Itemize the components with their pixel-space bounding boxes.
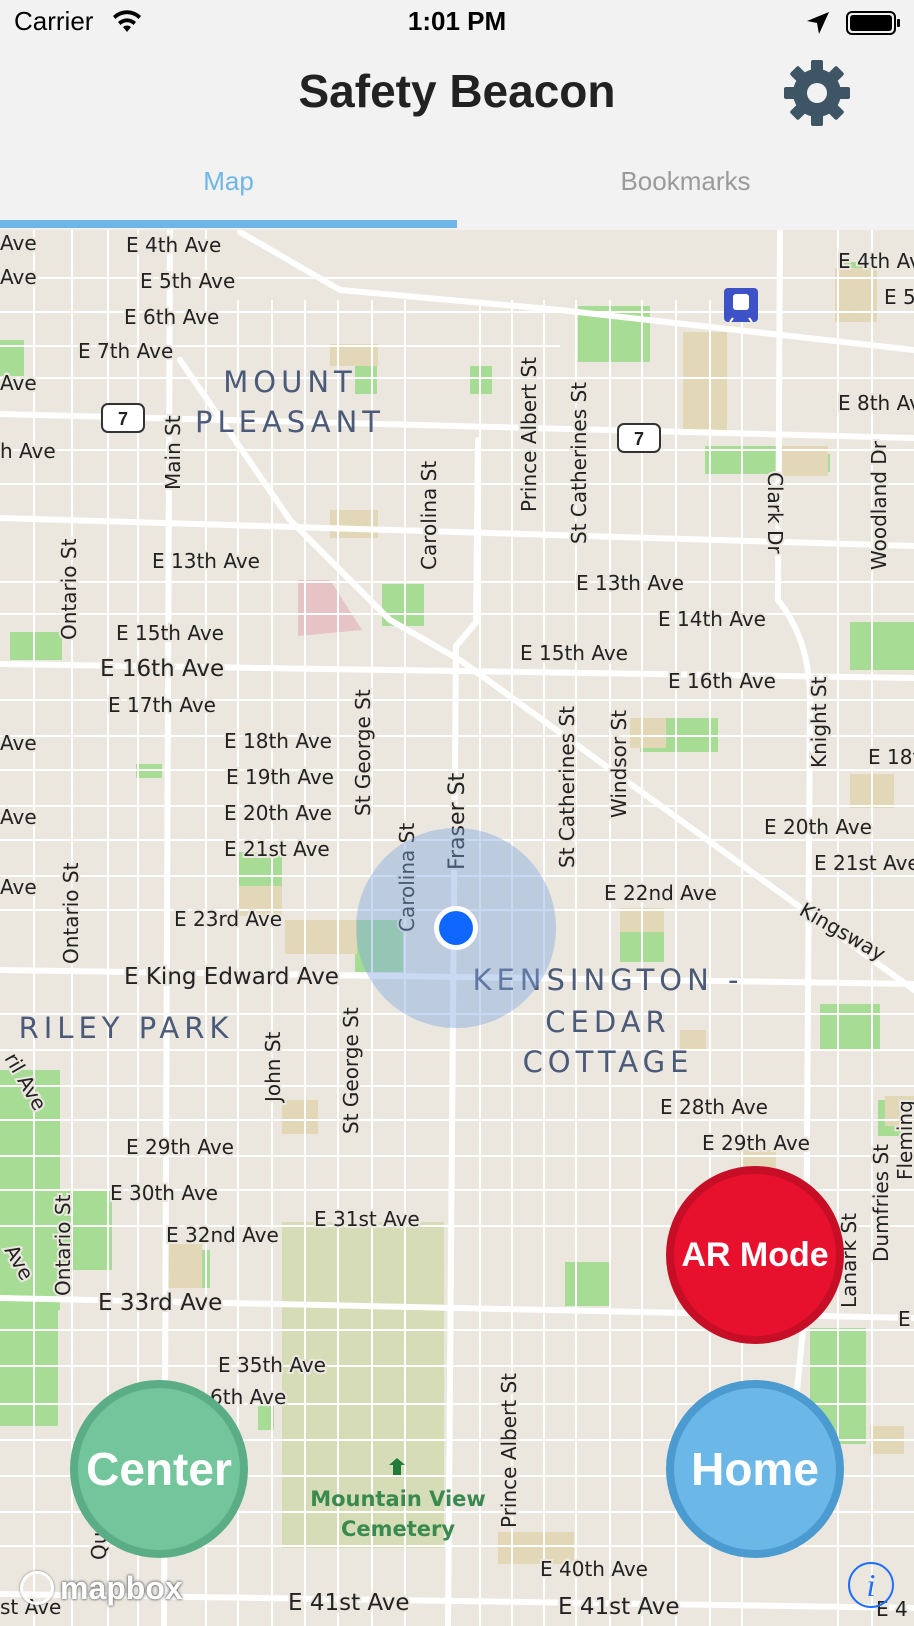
street-label: Windsor St bbox=[607, 710, 631, 818]
cemetery-label-line1: Mountain View bbox=[310, 1487, 486, 1511]
street-label: Ave bbox=[0, 231, 37, 255]
battery-icon bbox=[846, 11, 900, 35]
street-label: E 33rd Ave bbox=[98, 1290, 222, 1316]
svg-text:7: 7 bbox=[118, 409, 128, 429]
home-button[interactable]: Home bbox=[666, 1380, 844, 1558]
tab-map[interactable]: Map bbox=[0, 138, 457, 224]
mapbox-logo[interactable]: mapbox bbox=[20, 1568, 183, 1608]
street-label: Carolina St bbox=[417, 461, 441, 570]
street-label: Prince Albert St bbox=[517, 357, 541, 512]
commercial-area bbox=[298, 580, 362, 636]
user-location-dot[interactable] bbox=[439, 911, 473, 945]
neighbourhood-cottage: COTTAGE bbox=[523, 1045, 694, 1079]
street-label: Ave bbox=[0, 731, 37, 755]
neighbourhood-cedar: CEDAR bbox=[545, 1005, 670, 1039]
tab-bookmarks[interactable]: Bookmarks bbox=[457, 138, 914, 224]
street-label: E 16th Ave bbox=[100, 656, 224, 682]
street-label: Fleming bbox=[893, 1100, 914, 1180]
street-label: Knight St bbox=[807, 676, 831, 768]
street-label: Clark Dr bbox=[763, 472, 787, 554]
status-bar: Carrier 1:01 PM bbox=[0, 0, 914, 46]
center-button[interactable]: Center bbox=[70, 1380, 248, 1558]
info-icon[interactable]: i bbox=[848, 1562, 894, 1608]
street-label: E 29th Ave bbox=[126, 1135, 234, 1159]
street-label: h Ave bbox=[0, 439, 56, 463]
street-label: E 21st Ave bbox=[814, 851, 914, 875]
tab-bar: Map Bookmarks bbox=[0, 138, 914, 230]
highway-shield-west: 7 bbox=[101, 403, 145, 433]
street-label: E 4th Ave bbox=[126, 233, 221, 257]
status-time: 1:01 PM bbox=[407, 6, 507, 36]
street-label: E 18t bbox=[868, 745, 914, 769]
gear-icon[interactable] bbox=[782, 58, 852, 128]
street-label: Ontario St bbox=[51, 1194, 75, 1296]
street-label: E King Edward Ave bbox=[124, 964, 339, 990]
navigation-bar: Safety Beacon bbox=[0, 46, 914, 138]
ar-mode-button[interactable]: AR Mode bbox=[666, 1166, 844, 1344]
street-label: E 5 bbox=[884, 285, 914, 309]
tab-indicator bbox=[0, 220, 457, 228]
street-label: Dumfries St bbox=[869, 1144, 893, 1262]
svg-text:7: 7 bbox=[634, 429, 644, 449]
street-label: E 22nd Ave bbox=[604, 881, 717, 905]
street-label: Ave bbox=[0, 805, 37, 829]
street-label: E 21st Ave bbox=[224, 837, 330, 861]
mapbox-wordmark: mapbox bbox=[60, 1569, 183, 1606]
street-label: E 20th Ave bbox=[764, 815, 872, 839]
street-label: E 15th Ave bbox=[520, 641, 628, 665]
highway-shield-east: 7 bbox=[617, 423, 661, 453]
neighbourhood-pleasant: PLEASANT bbox=[195, 405, 385, 439]
street-label: Woodland Dr bbox=[867, 440, 891, 570]
street-label: Main St bbox=[161, 415, 185, 490]
street-label: E 40th Ave bbox=[540, 1557, 648, 1581]
street-label: E 32nd Ave bbox=[166, 1223, 279, 1247]
street-label: E 41st Ave bbox=[288, 1590, 410, 1616]
street-label: John St bbox=[261, 1031, 285, 1104]
street-label: Ave bbox=[0, 875, 37, 899]
street-label: E 28th Ave bbox=[660, 1095, 768, 1119]
street-label: E 8th Av bbox=[838, 391, 914, 415]
street-label: St George St bbox=[339, 1007, 363, 1134]
street-label: E 20th Ave bbox=[224, 801, 332, 825]
street-label: E 15th Ave bbox=[116, 621, 224, 645]
street-label: E 41st Ave bbox=[558, 1594, 680, 1620]
page-title: Safety Beacon bbox=[298, 65, 616, 117]
street-label: E 17th Ave bbox=[108, 693, 216, 717]
street-label: E 14th Ave bbox=[658, 607, 766, 631]
cemetery-label-line2: Cemetery bbox=[341, 1517, 455, 1541]
street-label: E 31st Ave bbox=[314, 1207, 420, 1231]
street-label: St Catherines St bbox=[567, 382, 591, 544]
neighbourhood-riley-park: RILEY PARK bbox=[19, 1011, 234, 1045]
street-label: Ave bbox=[0, 265, 37, 289]
street-label: E 6th Ave bbox=[124, 305, 219, 329]
street-label: E 19th Ave bbox=[226, 765, 334, 789]
street-label: E 16th Ave bbox=[668, 669, 776, 693]
street-label: E 18th Ave bbox=[224, 729, 332, 753]
street-label: E 23rd Ave bbox=[174, 907, 282, 931]
street-label: E 7th Ave bbox=[78, 339, 173, 363]
street-label: Prince Albert St bbox=[497, 1373, 521, 1528]
street-label: E 35th Ave bbox=[218, 1353, 326, 1377]
street-label: Ontario St bbox=[57, 538, 81, 640]
mapbox-icon bbox=[20, 1571, 54, 1605]
train-station-icon bbox=[724, 288, 758, 323]
location-arrow-icon bbox=[807, 12, 829, 34]
street-label: Ave bbox=[0, 371, 37, 395]
street-label: E 13th Ave bbox=[152, 549, 260, 573]
street-label: E 29th Ave bbox=[702, 1131, 810, 1155]
street-label: E bbox=[898, 1307, 911, 1331]
neighbourhood-mount: MOUNT bbox=[223, 365, 356, 399]
street-label: Ontario St bbox=[59, 862, 83, 964]
street-label: E 13th Ave bbox=[576, 571, 684, 595]
street-label: E 5th Ave bbox=[140, 269, 235, 293]
street-label: St George St bbox=[351, 689, 375, 816]
street-label: E 30th Ave bbox=[110, 1181, 218, 1205]
street-label: St Catherines St bbox=[555, 706, 579, 868]
street-label: E 4th Av bbox=[838, 249, 914, 273]
